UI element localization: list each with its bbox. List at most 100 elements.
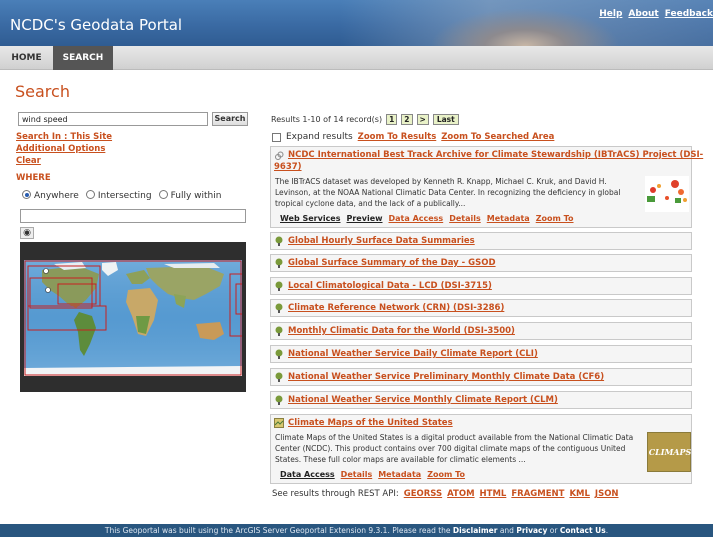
data-access-link[interactable]: Data Access [280,470,335,479]
radio-icon [158,190,168,199]
globe-icon [275,326,283,336]
fragment-link[interactable]: FRAGMENT [511,489,564,499]
desc-line: Center (NCDC). This product contains ove… [275,444,626,453]
search-button[interactable]: Search [212,112,248,126]
climaps-logo-text: CLIMAPS [648,447,692,457]
zoom-to-results-link[interactable]: Zoom To Results [358,132,437,142]
about-link[interactable]: About [628,9,658,19]
binoculars-icon[interactable]: ◉ [20,227,34,239]
result-title[interactable]: NCDC International Best Track Archive fo… [288,150,703,160]
contact-us-link[interactable]: Contact Us [560,526,606,535]
metadata-link[interactable]: Metadata [378,470,421,479]
search-in-link[interactable]: Search In : This Site [16,132,112,142]
atom-link[interactable]: ATOM [447,489,474,499]
header-storm-image [430,8,620,46]
footer-text: . [605,526,609,535]
page-title: Search [15,82,70,101]
page-2-button[interactable]: 2 [401,114,413,125]
where-options: Anywhere Intersecting Fully within [22,190,221,201]
radio-icon [85,190,95,199]
globe-icon [275,281,283,291]
result-links: Data Access Details Metadata Zoom To [280,470,465,479]
site-title: NCDC's Geodata Portal [10,16,183,34]
desc-line: Climate Maps of the United States is a d… [275,433,634,442]
rest-api-row: See results through REST API: GEORSS ATO… [272,489,619,499]
preview-link[interactable]: Preview [347,214,383,223]
desc-line: States. These full color maps are availa… [275,455,526,464]
map-image-icon [274,418,284,428]
zoom-to-link[interactable]: Zoom To [427,470,465,479]
expand-label: Expand results [286,132,353,142]
location-input[interactable] [20,209,246,223]
radio-intersecting[interactable]: Intersecting [85,190,152,201]
tab-home[interactable]: HOME [0,46,53,70]
result-title[interactable]: Global Hourly Surface Data Summaries [288,236,475,246]
last-page-button[interactable]: Last [432,114,459,125]
html-link[interactable]: HTML [480,489,507,499]
json-link[interactable]: JSON [595,489,619,499]
feedback-link[interactable]: Feedback [665,9,713,19]
globe-icon [275,395,283,405]
globe-icon [275,303,283,313]
tab-search[interactable]: SEARCH [53,46,113,70]
globe-icon [275,349,283,359]
radio-selected-icon [22,190,31,199]
zoom-to-searched-link[interactable]: Zoom To Searched Area [441,132,554,142]
result-title[interactable]: National Weather Service Daily Climate R… [288,349,538,359]
details-link[interactable]: Details [449,214,481,223]
footer-text: and [499,526,514,535]
details-link[interactable]: Details [341,470,373,479]
ibtracs-thumbnail [645,176,689,212]
results-summary: Results 1-10 of 14 record(s) [271,115,383,124]
desc-line: Levinson, at the NOAA National Climatic … [275,188,621,197]
climaps-thumbnail: CLIMAPS [647,432,691,472]
footer-text: or [549,526,558,535]
kml-link[interactable]: KML [569,489,589,499]
result-title[interactable]: National Weather Service Monthly Climate… [288,395,558,405]
world-map[interactable] [24,260,242,376]
georss-link[interactable]: GEORSS [404,489,442,499]
top-links: Help About Feedback [599,9,713,19]
radio-fully-within[interactable]: Fully within [158,190,222,201]
link-icon [275,151,284,160]
globe-icon [275,372,283,382]
globe-icon [275,258,283,268]
disclaimer-link[interactable]: Disclaimer [453,526,498,535]
results-header: Results 1-10 of 14 record(s) 1 2 > Last [271,114,459,125]
desc-line: The IBTrACS dataset was developed by Ken… [275,177,607,186]
result-title[interactable]: Climate Maps of the United States [288,418,453,428]
expand-checkbox[interactable] [272,132,281,142]
radio-label: Fully within [170,191,222,201]
metadata-link[interactable]: Metadata [487,214,530,223]
rest-label: See results through REST API: [272,489,399,499]
radio-anywhere[interactable]: Anywhere [22,190,79,201]
privacy-link[interactable]: Privacy [516,526,547,535]
result-title[interactable]: Monthly Climatic Data for the World (DSI… [288,326,515,336]
next-page-button[interactable]: > [416,114,429,125]
additional-options-link[interactable]: Additional Options [16,144,105,154]
page-1-button[interactable]: 1 [386,114,398,125]
expand-row: Expand results Zoom To Results Zoom To S… [272,132,554,142]
help-link[interactable]: Help [599,9,622,19]
footer-text: This Geoportal was built using the ArcGI… [104,526,451,535]
result-links: Web Services Preview Data Access Details… [280,214,574,223]
result-title[interactable]: Climate Reference Network (CRN) (DSI-328… [288,303,504,313]
ibtracs-thumbnail-image [645,176,689,212]
result-description: Climate Maps of the United States is a d… [275,432,633,465]
radio-label: Intersecting [97,191,152,201]
main-nav: HOME SEARCH [0,46,713,70]
data-access-link[interactable]: Data Access [389,214,444,223]
web-services-link[interactable]: Web Services [280,214,341,223]
globe-icon [275,236,283,246]
radio-label: Anywhere [34,191,79,201]
result-title-cont[interactable]: 9637) [274,162,302,172]
site-footer: This Geoportal was built using the ArcGI… [0,524,713,537]
zoom-to-link[interactable]: Zoom To [536,214,574,223]
where-label: WHERE [16,173,51,183]
search-input[interactable] [18,112,208,126]
clear-link[interactable]: Clear [16,156,41,166]
map-panel[interactable] [20,242,246,392]
result-title[interactable]: Global Surface Summary of the Day - GSOD [288,258,496,268]
result-title[interactable]: Local Climatological Data - LCD (DSI-371… [288,281,492,291]
result-title[interactable]: National Weather Service Preliminary Mon… [288,372,604,382]
